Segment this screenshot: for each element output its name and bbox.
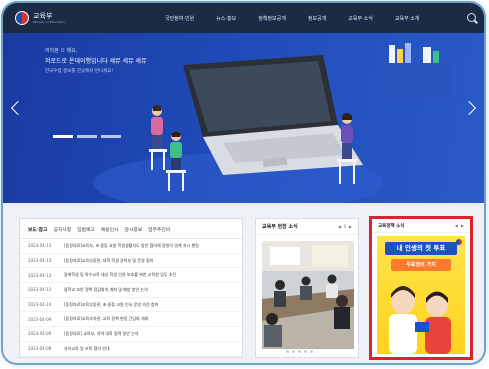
next-icon[interactable]: ▶ [349,224,352,229]
news-row[interactable]: 2023-04-09 [동정자료] 교육부, 지역 대학 협력 방안 논의 [20,327,242,342]
voters-illustration [389,286,451,354]
news-date: 2023-04-13 [28,243,52,249]
field-news-panel: 교육부 현장 소식 ◀ Ⅱ ▶ [255,218,359,358]
policy-news-header: 교육정책 소식 ◀ ▶ [372,219,470,233]
logo-text: 교육부 Ministry of Education [33,12,65,24]
page-dot[interactable] [310,350,313,353]
nav-item-about[interactable]: 교육부 소개 [395,15,420,22]
news-date: 2023-04-09 [28,331,52,337]
main-nav: 국민참여·민원 뉴스·홍보 정책정보공개 정보공개 교육부 소식 교육부 소개 [165,15,441,22]
news-title[interactable]: 중학교 보안 정책 점검회의 개최 및 예방 방안 논의 [64,287,148,293]
student-figure-2 [166,131,186,191]
page-dot[interactable] [298,350,301,353]
tab-notice[interactable]: 공지사항 [53,226,71,233]
news-row[interactable]: 2023-04-13 장애학생 및 특수교육 대상 학생 인권 보호를 위한 교… [20,268,242,284]
page-dot[interactable] [304,350,307,353]
news-date: 2023-04-10 [28,302,52,308]
search-icon[interactable] [467,13,476,22]
news-title[interactable]: [동정자료]교육부, 초·중등 교원 학생생활지도 방안 협의체 정원의 경계 … [64,243,199,249]
site-logo[interactable]: 교육부 Ministry of Education [15,11,135,25]
news-date: 2023-04-08 [28,346,52,352]
prev-icon[interactable]: ◀ [455,223,458,228]
news-tabs: 보도·참고 공지사항 입법예고 채용인사 감사정보 업무추진비 [20,219,242,239]
tab-press[interactable]: 보도·참고 [28,226,47,233]
prev-icon[interactable]: ◀ [338,224,341,229]
news-row[interactable]: 2023-04-10 [동정자료]교육부장관, 초·중등 교원 인사 운영 의견… [20,298,242,313]
news-title[interactable]: [동정자료]교육부장관, 초·중등 교원 인사 운영 의견 청취 [64,302,158,308]
policy-news-controls: ◀ ▶ [452,223,464,228]
hero-text: 여러분 ㅁ 해요, 저로드로 온데이행입니다 세뮤 세뮤 세뮤 한국수업 정보를… [45,47,146,74]
field-news-controls: ◀ Ⅱ ▶ [335,224,352,229]
meeting-photo[interactable] [262,241,354,349]
news-title[interactable]: [동정자료]교육부차관, 교육 정책 현장 간담회 개최 [64,316,148,322]
news-row[interactable]: 2023-04-13 [동정자료]교육부, 초·중등 교원 학생생활지도 방안 … [20,239,242,254]
next-icon[interactable]: ▶ [461,223,464,228]
policy-headline: 내 인생의 첫 투표 [385,242,457,255]
hero-line-2: 저로드로 온데이행입니다 세뮤 세뮤 세뮤 [45,58,147,65]
hero-dot-1[interactable] [53,135,73,138]
page-dot[interactable] [286,350,289,353]
tab-recruit[interactable]: 채용인사 [101,226,119,233]
news-row[interactable]: 2023-04-09 [동정자료]교육부차관, 교육 정책 현장 간담회 개최 [20,312,242,328]
field-news-title: 교육부 현장 소식 [262,224,298,230]
news-row[interactable]: 2023-04-08 유아교육 및 보육 협의 안내 [20,342,242,357]
news-date: 2023-04-09 [28,316,52,322]
hero-line-1: 여러분 ㅁ 해요, [45,48,78,54]
nav-item-policy[interactable]: 정책정보공개 [258,15,286,22]
logo-name: 교육부 [33,12,53,20]
hero-banner[interactable]: 여러분 ㅁ 해요, 저로드로 온데이행입니다 세뮤 세뮤 세뮤 한국수업 정보를… [3,33,484,203]
bookshelf-illustration [383,43,453,101]
tab-expense[interactable]: 업무추진비 [148,226,170,233]
news-panel: 보도·참고 공지사항 입법예고 채용인사 감사정보 업무추진비 2023-04-… [19,218,243,358]
news-row[interactable]: 2023-04-13 [동정자료]교육부장관, 대학 학생 경력부 및 운영 협… [20,254,242,269]
browser-frame: 교육부 Ministry of Education 국민참여·민원 뉴스·홍보 … [3,3,484,363]
hero-prev-arrow-icon[interactable] [10,100,26,116]
field-news-pagination [286,350,316,353]
field-news-header: 교육부 현장 소식 ◀ Ⅱ ▶ [256,219,358,235]
news-title[interactable]: [동정자료] 교육부, 지역 대학 협력 방안 논의 [64,331,139,337]
nav-item-news[interactable]: 뉴스·홍보 [216,15,236,22]
news-title[interactable]: 유아교육 및 보육 협의 안내 [64,346,110,352]
nav-item-participation[interactable]: 국민참여·민원 [165,15,194,22]
news-date: 2023-04-12 [28,287,52,293]
policy-news-panel: 교육정책 소식 ◀ ▶ 내 인생의 첫 투표 투표권의 가치 [369,216,473,360]
hero-line-3: 한국수업 정보를 한곳에서 만나세요! [45,69,114,74]
nav-item-disclosure[interactable]: 정보공개 [308,15,326,22]
hero-dot-2[interactable] [77,135,97,138]
hero-next-arrow-icon[interactable] [461,100,477,116]
policy-banner[interactable]: 내 인생의 첫 투표 투표권의 가치 [377,236,465,354]
logo-subtitle: Ministry of Education [33,20,65,24]
hero-pagination [53,135,125,138]
news-date: 2023-04-13 [28,258,52,264]
policy-news-title: 교육정책 소식 [378,223,405,229]
news-title[interactable]: 장애학생 및 특수교육 대상 학생 인권 보호를 위한 교육청 업무 추진 [64,272,176,278]
news-title[interactable]: [동정자료]교육부장관, 대학 학생 경력부 및 운영 협의 [64,258,153,264]
news-row[interactable]: 2023-04-12 중학교 보안 정책 점검회의 개최 및 예방 방안 논의 [20,283,242,298]
nav-item-ministry-news[interactable]: 교육부 소식 [348,15,373,22]
taegeuk-logo-icon [15,11,29,25]
policy-subheadline: 투표권의 가치 [391,259,451,271]
hero-dot-3[interactable] [101,135,121,138]
news-date: 2023-04-13 [28,272,52,278]
student-figure-3 [337,113,357,184]
top-navigation-bar: 교육부 Ministry of Education 국민참여·민원 뉴스·홍보 … [3,3,484,33]
pause-icon[interactable]: Ⅱ [344,224,346,229]
tab-legislation[interactable]: 입법예고 [77,226,95,233]
tab-audit[interactable]: 감사정보 [124,226,142,233]
content-area: 보도·참고 공지사항 입법예고 채용인사 감사정보 업무추진비 2023-04-… [3,206,484,363]
page-dot[interactable] [292,350,295,353]
